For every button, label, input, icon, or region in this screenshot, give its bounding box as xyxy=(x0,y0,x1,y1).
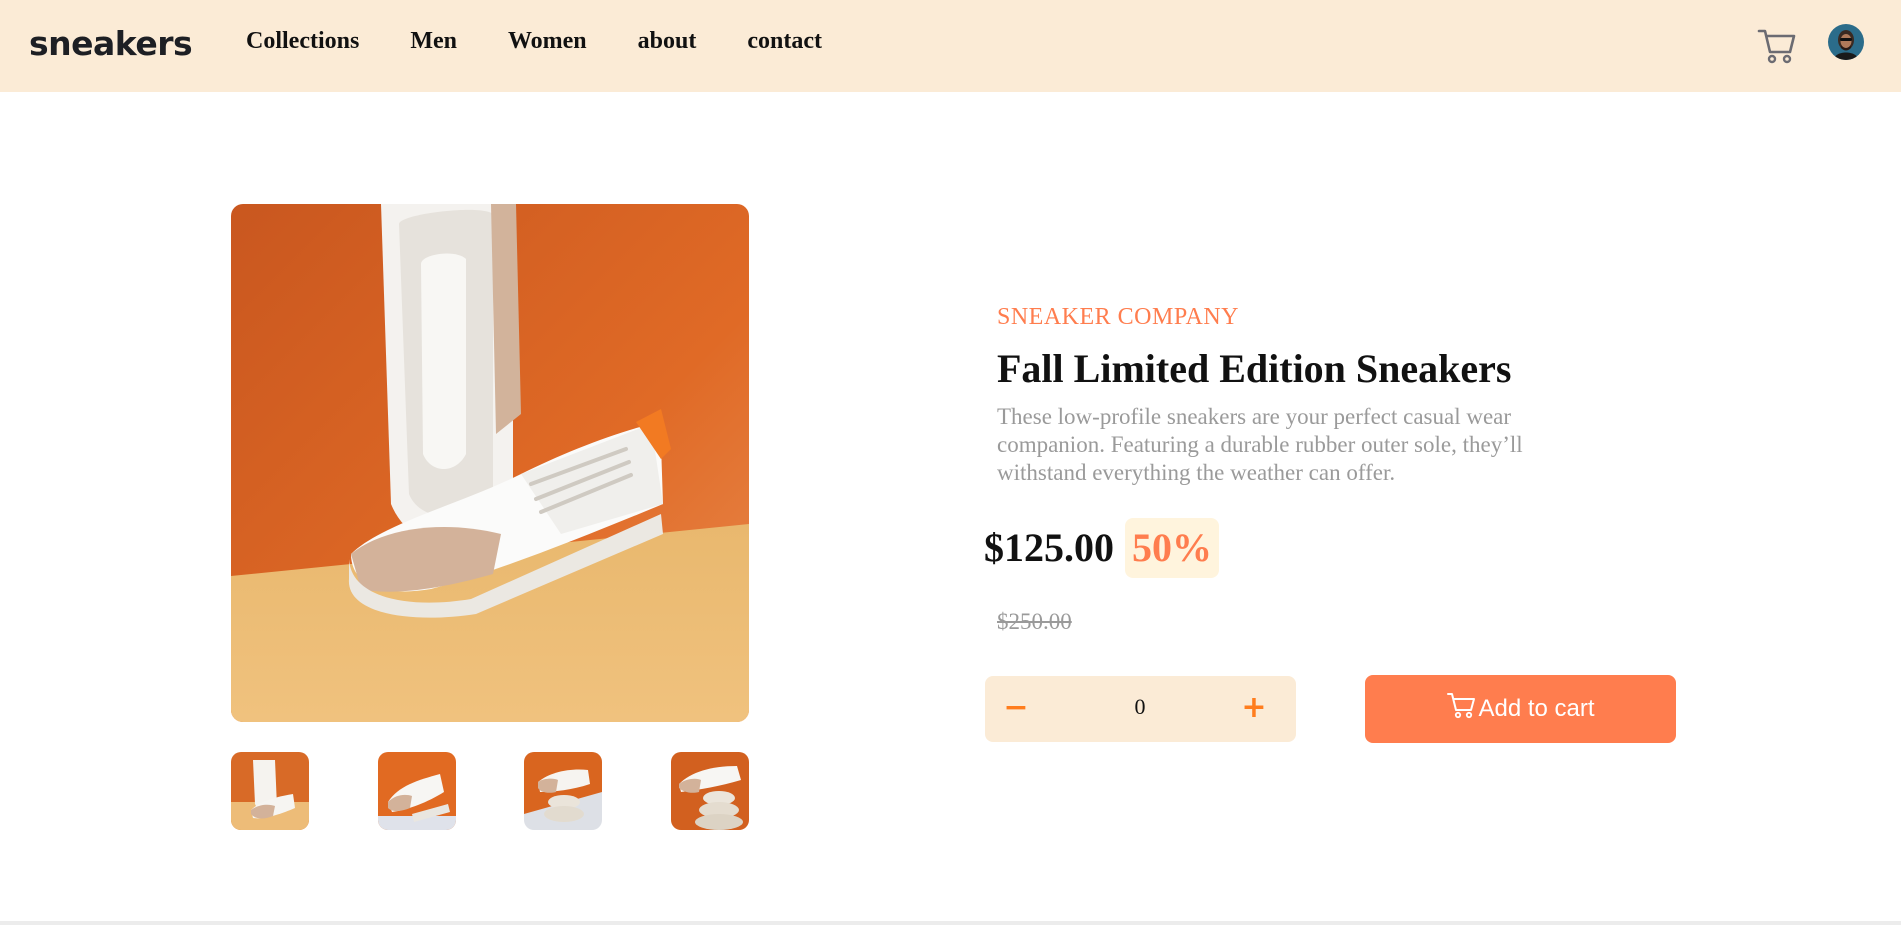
original-price: $250.00 xyxy=(997,609,1072,634)
nav-women[interactable]: Women xyxy=(508,28,587,55)
nav-collections[interactable]: Collections xyxy=(246,28,359,55)
nav-about[interactable]: about xyxy=(638,28,697,55)
page-bottom-divider xyxy=(0,921,1901,925)
product-thumbnail-2[interactable] xyxy=(378,752,456,830)
quantity-value: 0 xyxy=(1134,694,1146,719)
cart-icon[interactable] xyxy=(1756,24,1798,66)
product-thumbnail-1[interactable] xyxy=(231,752,309,830)
top-navbar: sneakers Collections Men Women about con… xyxy=(0,0,1901,92)
add-to-cart-label: Add to cart xyxy=(1478,695,1595,722)
current-price: $125.00 xyxy=(984,525,1114,570)
cart-icon xyxy=(1447,693,1476,719)
product-thumbnail-4[interactable] xyxy=(671,752,749,830)
product-thumbnail-3[interactable] xyxy=(524,752,602,830)
discount-badge: 50% xyxy=(1125,518,1219,578)
product-title: Fall Limited Edition Sneakers xyxy=(997,346,1512,391)
product-description: These low-profile sneakers are your perf… xyxy=(997,404,1523,485)
product-main-image[interactable] xyxy=(231,204,749,722)
main-nav: Collections Men Women about contact xyxy=(246,28,873,55)
quantity-stepper: − 0 + xyxy=(985,676,1296,742)
nav-contact[interactable]: contact xyxy=(747,28,822,55)
nav-men[interactable]: Men xyxy=(410,28,457,55)
avatar[interactable] xyxy=(1828,24,1864,60)
company-name: SNEAKER COMPANY xyxy=(997,304,1239,330)
logo[interactable]: sneakers xyxy=(29,24,193,63)
minus-icon[interactable]: − xyxy=(1001,690,1031,726)
add-to-cart-button[interactable]: Add to cart xyxy=(1365,675,1676,743)
plus-icon[interactable]: + xyxy=(1239,690,1269,726)
